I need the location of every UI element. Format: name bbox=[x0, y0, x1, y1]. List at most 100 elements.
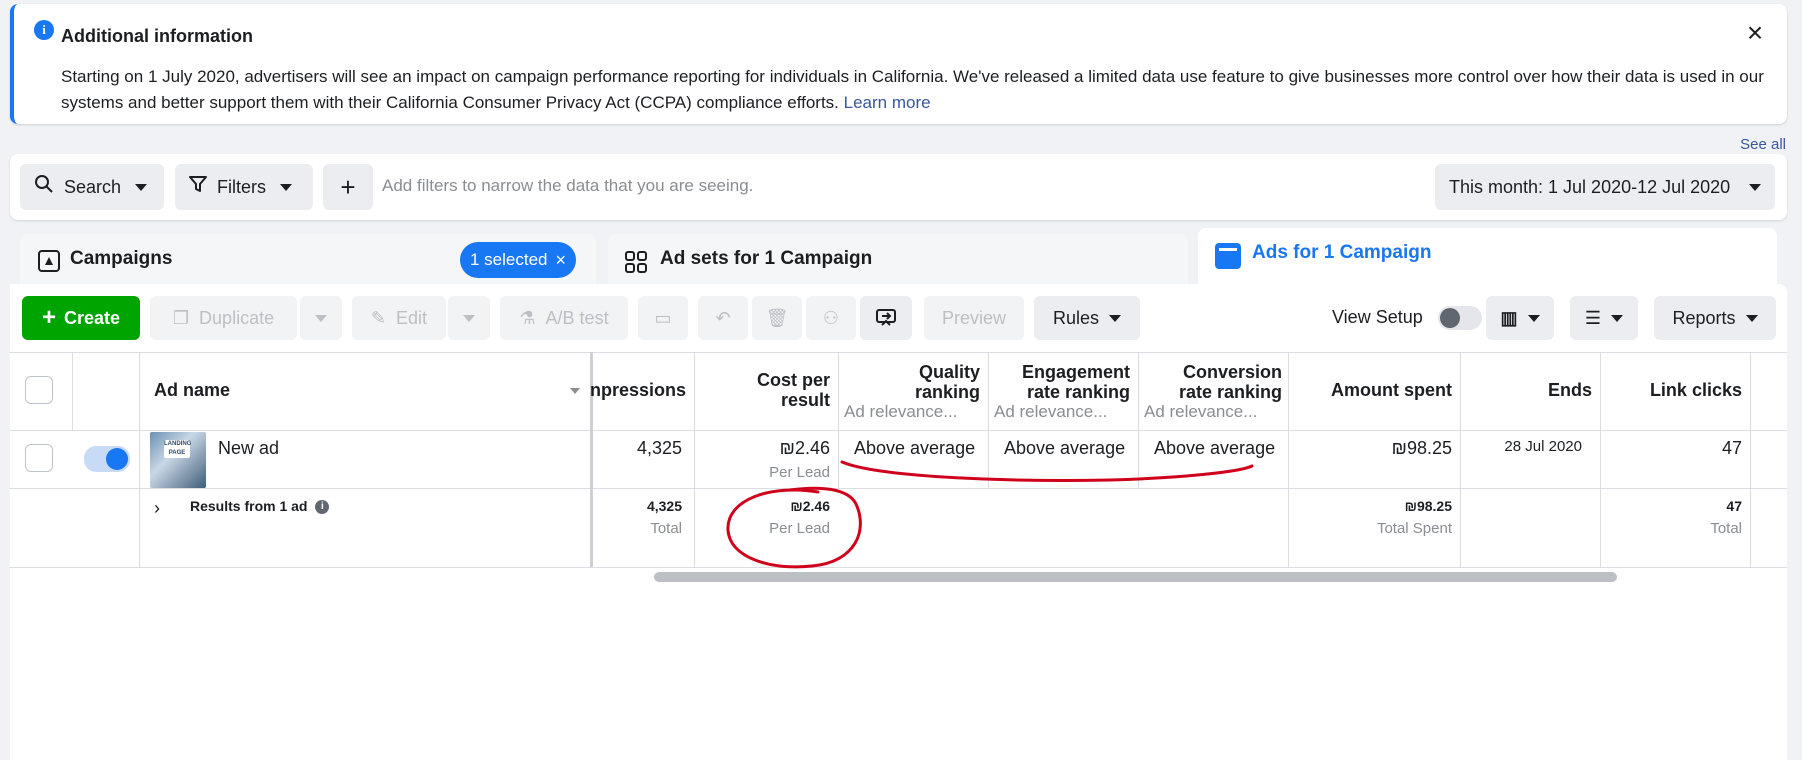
ab-test-label: A/B test bbox=[545, 307, 609, 328]
summary-amount-sub: Total Spent bbox=[1376, 520, 1452, 537]
info-icon: i bbox=[34, 20, 54, 40]
header-quality-ranking[interactable]: Quality ranking Ad relevance... bbox=[844, 362, 980, 422]
info-banner: i Additional information Starting on 1 J… bbox=[10, 4, 1787, 124]
flask-icon: ⚗ bbox=[519, 307, 536, 328]
tab-campaigns[interactable]: Campaigns 1 selected × bbox=[20, 234, 596, 286]
columns-icon: ▥ bbox=[1500, 307, 1518, 328]
header-link-clicks[interactable]: Link clicks bbox=[1606, 380, 1742, 400]
row-amount-spent: ₪98.25 bbox=[1391, 438, 1452, 458]
tab-ads[interactable]: Ads for 1 Campaign bbox=[1198, 228, 1777, 286]
header-cost-line1: Cost per bbox=[756, 370, 830, 390]
header-cost-per-result[interactable]: Cost per result bbox=[700, 370, 830, 410]
rules-label: Rules bbox=[1052, 307, 1100, 328]
add-filter-button[interactable]: + bbox=[323, 164, 373, 210]
delete-button[interactable]: 🗑 bbox=[752, 296, 802, 340]
breakdown-button[interactable]: ☰ bbox=[1570, 296, 1638, 340]
header-conversion-line2: rate ranking bbox=[1178, 382, 1282, 402]
trash-icon: 🗑 bbox=[765, 307, 789, 328]
rules-button[interactable]: Rules bbox=[1034, 296, 1140, 340]
ad-status-toggle[interactable] bbox=[84, 446, 130, 472]
close-icon[interactable]: × bbox=[556, 250, 567, 271]
header-cost-line2: result bbox=[780, 390, 830, 410]
date-range-label: This month: 1 Jul 2020-12 Jul 2020 bbox=[1449, 176, 1731, 197]
selected-pill-label: 1 selected bbox=[470, 250, 548, 269]
reports-label: Reports bbox=[1672, 307, 1736, 328]
header-amount-spent[interactable]: Amount spent bbox=[1294, 380, 1452, 400]
ad-name[interactable]: New ad bbox=[218, 438, 279, 459]
columns-button[interactable]: ▥ bbox=[1486, 296, 1554, 340]
chevron-down-icon bbox=[135, 183, 148, 191]
see-all-link[interactable]: See all bbox=[1740, 136, 1786, 153]
summary-link-clicks: 47 bbox=[1726, 498, 1742, 514]
chevron-down-icon bbox=[1527, 314, 1540, 322]
audience-button[interactable]: ⚇ bbox=[806, 296, 856, 340]
search-button[interactable]: Search bbox=[20, 164, 164, 210]
row-ends: 28 Jul 2020 bbox=[1504, 438, 1582, 455]
header-ends[interactable]: Ends bbox=[1466, 380, 1592, 400]
duplicate-label: Duplicate bbox=[199, 307, 275, 328]
search-label: Search bbox=[64, 176, 122, 197]
undo-button[interactable]: ↶ bbox=[698, 296, 748, 340]
summary-impressions: 4,325 bbox=[646, 498, 682, 514]
header-ad-name[interactable]: Ad name bbox=[154, 380, 230, 401]
preview-button[interactable]: Preview bbox=[924, 296, 1024, 340]
ads-table: Ad name npressions Cost per result Quali… bbox=[10, 352, 1787, 572]
chevron-down-icon bbox=[315, 314, 327, 322]
horizontal-scrollbar[interactable] bbox=[654, 572, 1617, 582]
row-cost-per-result: ₪2.46 bbox=[779, 438, 830, 458]
summary-amount-spent: ₪98.25 bbox=[1404, 498, 1452, 514]
reports-button[interactable]: Reports bbox=[1654, 296, 1776, 340]
header-conversion-sub: Ad relevance... bbox=[1144, 402, 1258, 421]
ad-icon bbox=[1215, 243, 1241, 269]
chevron-down-icon bbox=[1749, 183, 1761, 191]
banner-text: Starting on 1 July 2020, advertisers wil… bbox=[61, 64, 1771, 116]
selected-pill[interactable]: 1 selected × bbox=[460, 242, 577, 278]
tab-adsets-label: Ad sets for 1 Campaign bbox=[660, 248, 873, 269]
tab-campaigns-label: Campaigns bbox=[70, 248, 173, 269]
summary-label-text: Results from 1 ad bbox=[190, 498, 308, 514]
campaign-icon bbox=[38, 250, 60, 272]
select-all-checkbox[interactable] bbox=[25, 376, 53, 404]
summary-link-sub: Total bbox=[1710, 520, 1742, 537]
funnel-icon bbox=[189, 175, 207, 199]
sort-caret-icon[interactable] bbox=[570, 388, 580, 394]
header-impressions[interactable]: npressions bbox=[590, 380, 686, 400]
duplicate-icon: ❐ bbox=[172, 307, 190, 328]
header-engagement-ranking[interactable]: Engagement rate ranking Ad relevance... bbox=[994, 362, 1130, 422]
create-button[interactable]: + Create bbox=[22, 296, 140, 340]
toggle-knob bbox=[106, 448, 128, 470]
chevron-down-icon bbox=[1109, 314, 1122, 322]
info-icon[interactable]: i bbox=[315, 500, 330, 515]
view-setup-toggle[interactable] bbox=[1438, 306, 1482, 330]
header-conversion-line1: Conversion bbox=[1182, 362, 1282, 382]
chevron-right-icon[interactable]: › bbox=[154, 498, 160, 519]
clipboard-button[interactable]: ▭ bbox=[638, 296, 688, 340]
export-icon bbox=[876, 309, 896, 326]
header-engagement-line2: rate ranking bbox=[1026, 382, 1130, 402]
edit-button[interactable]: ✎ Edit bbox=[352, 296, 446, 340]
duplicate-button[interactable]: ❐ Duplicate bbox=[150, 296, 297, 340]
undo-icon: ↶ bbox=[715, 307, 731, 328]
view-setup-label: View Setup bbox=[1332, 307, 1423, 327]
row-checkbox[interactable] bbox=[25, 444, 53, 472]
filters-button[interactable]: Filters bbox=[175, 164, 313, 210]
export-button[interactable] bbox=[860, 296, 912, 340]
filter-placeholder[interactable]: Add filters to narrow the data that you … bbox=[382, 176, 753, 196]
learn-more-link[interactable]: Learn more bbox=[844, 93, 931, 112]
breakdown-icon: ☰ bbox=[1584, 307, 1602, 328]
search-icon bbox=[34, 174, 54, 200]
close-icon[interactable]: × bbox=[1743, 19, 1767, 47]
edit-dropdown[interactable] bbox=[448, 296, 490, 340]
filters-label: Filters bbox=[217, 176, 266, 197]
header-conversion-ranking[interactable]: Conversion rate ranking Ad relevance... bbox=[1144, 362, 1282, 422]
date-range-picker[interactable]: This month: 1 Jul 2020-12 Jul 2020 bbox=[1435, 164, 1775, 210]
duplicate-dropdown[interactable] bbox=[300, 296, 342, 340]
header-quality-line2: ranking bbox=[914, 382, 980, 402]
people-icon: ⚇ bbox=[822, 307, 840, 328]
plus-icon: + bbox=[41, 304, 56, 331]
tab-adsets[interactable]: Ad sets for 1 Campaign bbox=[608, 234, 1188, 286]
ab-test-button[interactable]: ⚗ A/B test bbox=[500, 296, 628, 340]
ad-thumbnail[interactable]: LANDING PAGE bbox=[150, 432, 206, 488]
clipboard-icon: ▭ bbox=[654, 307, 672, 328]
row-cost-sub: Per Lead bbox=[769, 464, 830, 481]
